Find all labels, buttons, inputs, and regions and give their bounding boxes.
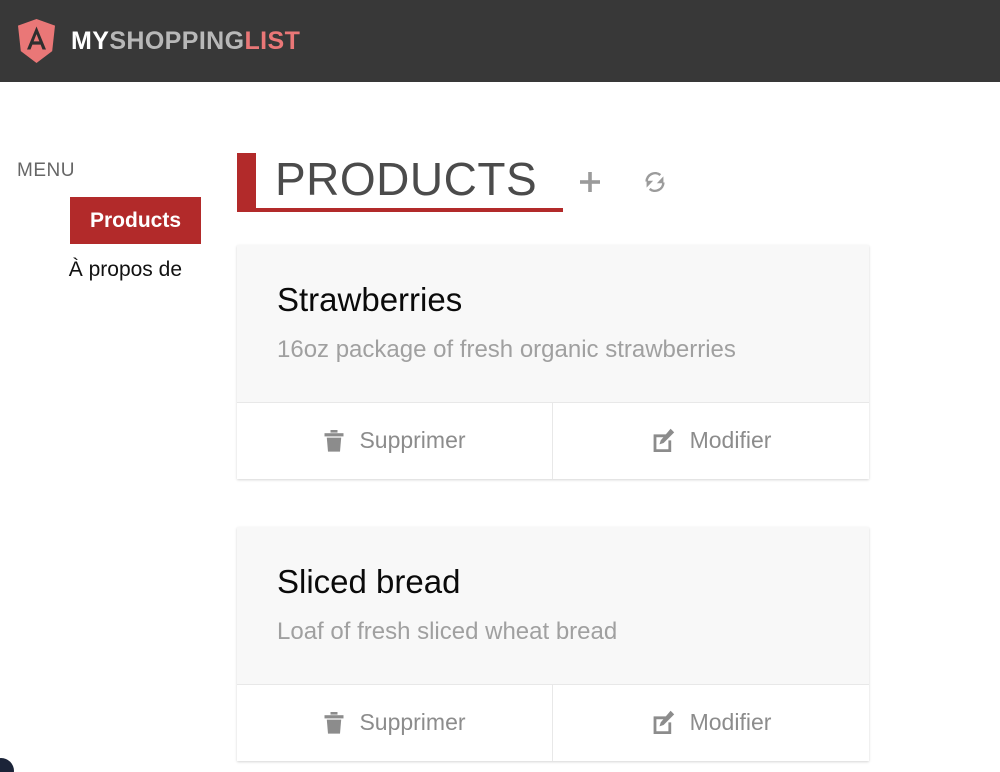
delete-product-button[interactable]: Supprimer xyxy=(237,684,553,761)
product-description: 16oz package of fresh organic strawberri… xyxy=(277,336,736,364)
brand-title-my: MY xyxy=(71,26,110,55)
product-description: Loaf of fresh sliced wheat bread xyxy=(277,618,618,646)
brand-title: MYSHOPPINGLIST xyxy=(71,26,301,55)
trash-icon xyxy=(323,711,345,735)
edit-pencil-icon xyxy=(651,710,676,735)
page-header-row: PRODUCTS xyxy=(237,152,1000,212)
sidebar-heading: MENU xyxy=(17,160,75,181)
edit-product-button[interactable]: Modifier xyxy=(553,684,869,761)
page-title: PRODUCTS xyxy=(275,153,538,205)
angular-shield-icon xyxy=(18,19,55,63)
brand-title-list: LIST xyxy=(244,26,301,55)
sidebar-list-item: À propos de xyxy=(0,244,200,291)
product-card-body: Sliced bread Loaf of fresh sliced wheat … xyxy=(237,527,869,684)
product-card: Strawberries 16oz package of fresh organ… xyxy=(237,245,869,479)
product-card: Sliced bread Loaf of fresh sliced wheat … xyxy=(237,526,869,761)
main-content: PRODUCTS Strawberries 16oz package of fr… xyxy=(220,82,1000,772)
refresh-button[interactable] xyxy=(641,168,669,196)
product-title: Sliced bread xyxy=(277,562,461,600)
sidebar-item-products[interactable]: Products xyxy=(69,197,201,245)
product-card-footer: Supprimer Modifier xyxy=(237,683,869,761)
product-card-footer: Supprimer Modifier xyxy=(237,401,869,479)
edit-product-button[interactable]: Modifier xyxy=(553,402,869,479)
refresh-icon xyxy=(641,168,669,196)
page-title-block: PRODUCTS xyxy=(237,152,563,212)
top-navbar: MYSHOPPINGLIST xyxy=(0,0,1000,82)
sidebar-item-about[interactable]: À propos de xyxy=(51,244,200,291)
brand-title-shopping: SHOPPING xyxy=(109,26,245,55)
title-underline xyxy=(237,208,563,212)
sidebar-menu-list: Products À propos de xyxy=(0,197,201,292)
sidebar-list-item: Products xyxy=(0,197,201,245)
edit-pencil-icon xyxy=(651,428,676,453)
delete-product-label: Supprimer xyxy=(359,709,466,736)
sidebar: MENU Products À propos de xyxy=(0,82,220,772)
add-product-button[interactable] xyxy=(577,169,603,195)
brand-home-link[interactable]: MYSHOPPINGLIST xyxy=(18,19,300,63)
trash-icon xyxy=(323,429,345,453)
page-body: MENU Products À propos de PRODUCTS Straw… xyxy=(0,82,1000,772)
product-card-body: Strawberries 16oz package of fresh organ… xyxy=(237,245,869,402)
plus-icon xyxy=(577,169,603,195)
product-title: Strawberries xyxy=(277,281,463,318)
edit-product-label: Modifier xyxy=(689,427,772,454)
title-accent-bar xyxy=(237,153,256,208)
page-header-actions xyxy=(577,152,669,196)
delete-product-button[interactable]: Supprimer xyxy=(237,402,553,479)
edit-product-label: Modifier xyxy=(689,709,772,736)
delete-product-label: Supprimer xyxy=(359,427,466,454)
product-card-list: Strawberries 16oz package of fresh organ… xyxy=(237,245,1000,761)
